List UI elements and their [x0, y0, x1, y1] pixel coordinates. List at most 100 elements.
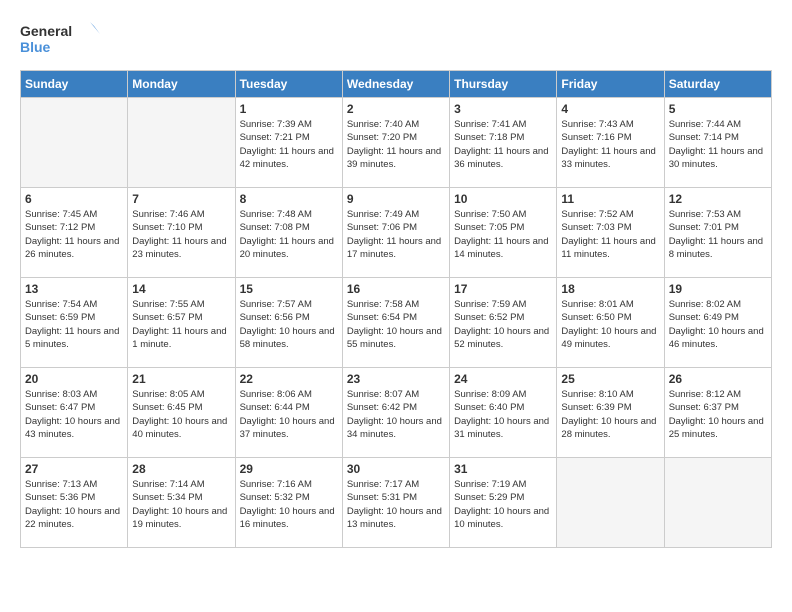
- day-info: Sunrise: 7:40 AMSunset: 7:20 PMDaylight:…: [347, 118, 445, 171]
- calendar-cell: 26 Sunrise: 8:12 AMSunset: 6:37 PMDayligh…: [664, 368, 771, 458]
- day-info: Sunrise: 8:06 AMSunset: 6:44 PMDaylight:…: [240, 388, 338, 441]
- calendar-cell: 30Sunrise: 7:17 AMSunset: 5:31 PMDayligh…: [342, 458, 449, 548]
- weekday-header: Saturday: [664, 71, 771, 98]
- calendar-week-row: 6 Sunrise: 7:45 AMSunset: 7:12 PMDaylight…: [21, 188, 772, 278]
- calendar-cell: [21, 98, 128, 188]
- day-number: 7: [132, 192, 230, 206]
- calendar-cell: 12 Sunrise: 7:53 AMSunset: 7:01 PMDayligh…: [664, 188, 771, 278]
- day-info: Sunrise: 7:48 AMSunset: 7:08 PMDaylight:…: [240, 208, 338, 261]
- day-number: 12: [669, 192, 767, 206]
- day-number: 27: [25, 462, 123, 476]
- calendar-cell: 17 Sunrise: 7:59 AMSunset: 6:52 PMDayligh…: [450, 278, 557, 368]
- day-number: 4: [561, 102, 659, 116]
- day-info: Sunrise: 8:03 AMSunset: 6:47 PMDaylight:…: [25, 388, 123, 441]
- calendar-cell: 4 Sunrise: 7:43 AMSunset: 7:16 PMDaylight…: [557, 98, 664, 188]
- calendar-cell: 6 Sunrise: 7:45 AMSunset: 7:12 PMDaylight…: [21, 188, 128, 278]
- day-info: Sunrise: 7:41 AMSunset: 7:18 PMDaylight:…: [454, 118, 552, 171]
- calendar-cell: 3 Sunrise: 7:41 AMSunset: 7:18 PMDaylight…: [450, 98, 557, 188]
- weekday-header: Thursday: [450, 71, 557, 98]
- calendar-week-row: 20 Sunrise: 8:03 AMSunset: 6:47 PMDayligh…: [21, 368, 772, 458]
- day-info: Sunrise: 7:17 AMSunset: 5:31 PMDaylight:…: [347, 478, 445, 531]
- day-number: 1: [240, 102, 338, 116]
- svg-text:General: General: [20, 23, 72, 39]
- calendar-table: SundayMondayTuesdayWednesdayThursdayFrid…: [20, 70, 772, 548]
- logo-icon: General Blue: [20, 20, 100, 60]
- day-number: 11: [561, 192, 659, 206]
- calendar-cell: 9Sunrise: 7:49 AMSunset: 7:06 PMDaylight…: [342, 188, 449, 278]
- weekday-header: Monday: [128, 71, 235, 98]
- day-info: Sunrise: 7:45 AMSunset: 7:12 PMDaylight:…: [25, 208, 123, 261]
- weekday-header: Wednesday: [342, 71, 449, 98]
- day-info: Sunrise: 8:02 AMSunset: 6:49 PMDaylight:…: [669, 298, 767, 351]
- calendar-cell: 2 Sunrise: 7:40 AMSunset: 7:20 PMDaylight…: [342, 98, 449, 188]
- day-number: 14: [132, 282, 230, 296]
- day-number: 26: [669, 372, 767, 386]
- day-info: Sunrise: 8:09 AMSunset: 6:40 PMDaylight:…: [454, 388, 552, 441]
- calendar-cell: [664, 458, 771, 548]
- calendar-cell: [557, 458, 664, 548]
- calendar-cell: 21 Sunrise: 8:05 AMSunset: 6:45 PMDayligh…: [128, 368, 235, 458]
- day-number: 28: [132, 462, 230, 476]
- day-number: 15: [240, 282, 338, 296]
- calendar-cell: 1Sunrise: 7:39 AMSunset: 7:21 PMDaylight…: [235, 98, 342, 188]
- day-info: Sunrise: 8:12 AMSunset: 6:37 PMDaylight:…: [669, 388, 767, 441]
- calendar-cell: 11Sunrise: 7:52 AMSunset: 7:03 PMDayligh…: [557, 188, 664, 278]
- day-info: Sunrise: 7:53 AMSunset: 7:01 PMDaylight:…: [669, 208, 767, 261]
- day-info: Sunrise: 7:55 AMSunset: 6:57 PMDaylight:…: [132, 298, 230, 351]
- day-info: Sunrise: 7:44 AMSunset: 7:14 PMDaylight:…: [669, 118, 767, 171]
- calendar-cell: 8 Sunrise: 7:48 AMSunset: 7:08 PMDaylight…: [235, 188, 342, 278]
- day-info: Sunrise: 8:01 AMSunset: 6:50 PMDaylight:…: [561, 298, 659, 351]
- calendar-cell: 23 Sunrise: 8:07 AMSunset: 6:42 PMDayligh…: [342, 368, 449, 458]
- calendar-cell: 14 Sunrise: 7:55 AMSunset: 6:57 PMDayligh…: [128, 278, 235, 368]
- day-number: 23: [347, 372, 445, 386]
- calendar-cell: 5Sunrise: 7:44 AMSunset: 7:14 PMDaylight…: [664, 98, 771, 188]
- calendar-cell: 25 Sunrise: 8:10 AMSunset: 6:39 PMDayligh…: [557, 368, 664, 458]
- calendar-cell: 16Sunrise: 7:58 AMSunset: 6:54 PMDayligh…: [342, 278, 449, 368]
- day-info: Sunrise: 7:57 AMSunset: 6:56 PMDaylight:…: [240, 298, 338, 351]
- weekday-header: Tuesday: [235, 71, 342, 98]
- day-number: 13: [25, 282, 123, 296]
- calendar-cell: 20 Sunrise: 8:03 AMSunset: 6:47 PMDayligh…: [21, 368, 128, 458]
- day-number: 29: [240, 462, 338, 476]
- calendar-cell: 27 Sunrise: 7:13 AMSunset: 5:36 PMDayligh…: [21, 458, 128, 548]
- logo: General Blue: [20, 20, 100, 60]
- day-number: 19: [669, 282, 767, 296]
- day-number: 31: [454, 462, 552, 476]
- day-number: 24: [454, 372, 552, 386]
- day-info: Sunrise: 7:59 AMSunset: 6:52 PMDaylight:…: [454, 298, 552, 351]
- weekday-header: Sunday: [21, 71, 128, 98]
- day-info: Sunrise: 8:05 AMSunset: 6:45 PMDaylight:…: [132, 388, 230, 441]
- day-number: 6: [25, 192, 123, 206]
- calendar-cell: 29 Sunrise: 7:16 AMSunset: 5:32 PMDayligh…: [235, 458, 342, 548]
- day-info: Sunrise: 7:54 AMSunset: 6:59 PMDaylight:…: [25, 298, 123, 351]
- day-info: Sunrise: 7:43 AMSunset: 7:16 PMDaylight:…: [561, 118, 659, 171]
- weekday-header-row: SundayMondayTuesdayWednesdayThursdayFrid…: [21, 71, 772, 98]
- page-header: General Blue: [20, 20, 772, 60]
- day-number: 3: [454, 102, 552, 116]
- day-number: 20: [25, 372, 123, 386]
- day-info: Sunrise: 8:10 AMSunset: 6:39 PMDaylight:…: [561, 388, 659, 441]
- calendar-cell: 7Sunrise: 7:46 AMSunset: 7:10 PMDaylight…: [128, 188, 235, 278]
- calendar-week-row: 13 Sunrise: 7:54 AMSunset: 6:59 PMDayligh…: [21, 278, 772, 368]
- day-info: Sunrise: 7:13 AMSunset: 5:36 PMDaylight:…: [25, 478, 123, 531]
- day-number: 22: [240, 372, 338, 386]
- calendar-cell: 24 Sunrise: 8:09 AMSunset: 6:40 PMDayligh…: [450, 368, 557, 458]
- calendar-cell: 10 Sunrise: 7:50 AMSunset: 7:05 PMDayligh…: [450, 188, 557, 278]
- calendar-cell: 13 Sunrise: 7:54 AMSunset: 6:59 PMDayligh…: [21, 278, 128, 368]
- day-number: 18: [561, 282, 659, 296]
- calendar-week-row: 27 Sunrise: 7:13 AMSunset: 5:36 PMDayligh…: [21, 458, 772, 548]
- day-number: 8: [240, 192, 338, 206]
- day-info: Sunrise: 8:07 AMSunset: 6:42 PMDaylight:…: [347, 388, 445, 441]
- day-number: 21: [132, 372, 230, 386]
- day-info: Sunrise: 7:50 AMSunset: 7:05 PMDaylight:…: [454, 208, 552, 261]
- day-info: Sunrise: 7:14 AMSunset: 5:34 PMDaylight:…: [132, 478, 230, 531]
- day-number: 2: [347, 102, 445, 116]
- day-number: 10: [454, 192, 552, 206]
- day-number: 17: [454, 282, 552, 296]
- weekday-header: Friday: [557, 71, 664, 98]
- svg-text:Blue: Blue: [20, 39, 51, 55]
- day-info: Sunrise: 7:16 AMSunset: 5:32 PMDaylight:…: [240, 478, 338, 531]
- day-number: 25: [561, 372, 659, 386]
- calendar-cell: [128, 98, 235, 188]
- day-info: Sunrise: 7:49 AMSunset: 7:06 PMDaylight:…: [347, 208, 445, 261]
